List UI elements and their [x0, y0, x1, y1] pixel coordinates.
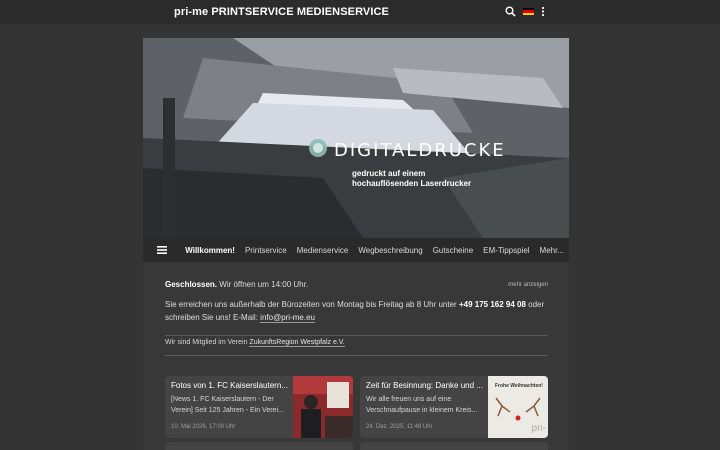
more-vert-icon[interactable]: [541, 6, 545, 17]
flag-de-icon[interactable]: [523, 8, 534, 15]
hamburger-menu-icon[interactable]: [143, 246, 180, 254]
contact-info: Sie erreichen uns außerhalb der Bürozeit…: [165, 298, 548, 324]
post-date: 10. Mai 2026, 17:00 Uhr: [171, 424, 236, 430]
post-card-partial[interactable]: [360, 442, 548, 450]
post-image: Frohe Weihnachten! pri-: [488, 376, 548, 438]
show-more-link[interactable]: mehr anzeigen: [508, 282, 548, 288]
main-nav: Willkommen! Printservice Medienservice W…: [143, 238, 569, 262]
top-icons: [505, 6, 545, 17]
main-content: Geschlossen. Wir öffnen um 14:00 Uhr. me…: [143, 262, 569, 450]
nav-item-gutscheine[interactable]: Gutscheine: [428, 246, 478, 255]
divider-top: [165, 335, 548, 336]
post-title: Zeit für Besinnung: Danke und ...: [366, 381, 483, 390]
hero-text: DIGITALDRUCKE gedruckt auf einem hochauf…: [308, 138, 508, 189]
nav-item-em-tippspiel[interactable]: EM-Tippspiel: [478, 246, 534, 255]
search-icon[interactable]: [505, 6, 516, 17]
logo-icon: [308, 138, 328, 163]
nav-item-medienservice[interactable]: Medienservice: [292, 246, 354, 255]
status-opens: Wir öffnen um 14:00 Uhr.: [219, 280, 309, 289]
post-date: 24. Dez. 2025, 11:48 Uhr: [366, 424, 433, 430]
post-excerpt: [News 1. FC Kaiserslautern - Der Verein]…: [171, 396, 284, 414]
top-bar: pri-me PRINTSERVICE MEDIENSERVICE: [0, 0, 720, 24]
post-card[interactable]: Fotos von 1. FC Kaiserslautern... [News …: [165, 376, 353, 438]
email-link[interactable]: info@pri-me.eu: [260, 313, 315, 323]
divider-bottom: [165, 355, 548, 356]
phone-number[interactable]: +49 175 162 94 08: [459, 300, 526, 309]
post-excerpt: Wir alle freuen uns auf eine Verschnaufp…: [366, 396, 478, 414]
membership-note: Wir sind Mitglied im Verein ZukunftsRegi…: [165, 339, 345, 347]
hero-subtitle: gedruckt auf einem hochauflösenden Laser…: [352, 169, 472, 188]
hero-title: DIGITALDRUCKE: [334, 140, 506, 161]
post-card-partial[interactable]: [165, 442, 353, 450]
nav-item-mehr[interactable]: Mehr...: [535, 246, 569, 255]
contact-text-before: Sie erreichen uns außerhalb der Bürozeit…: [165, 300, 457, 309]
nav-item-printservice[interactable]: Printservice: [240, 246, 292, 255]
nav-item-wegbeschreibung[interactable]: Wegbeschreibung: [353, 246, 427, 255]
membership-link[interactable]: ZukunftsRegion Westpfalz e.V.: [249, 339, 345, 347]
opening-status: Geschlossen. Wir öffnen um 14:00 Uhr. me…: [165, 280, 548, 289]
status-closed: Geschlossen.: [165, 280, 218, 289]
post-title: Fotos von 1. FC Kaiserslautern...: [171, 381, 288, 390]
post-image-caption: Frohe Weihnachten!: [495, 383, 543, 389]
site-title[interactable]: pri-me PRINTSERVICE MEDIENSERVICE: [174, 6, 389, 18]
post-image: [293, 376, 353, 438]
nav-item-willkommen[interactable]: Willkommen!: [180, 246, 240, 255]
post-image-brand: pri-: [531, 423, 546, 434]
post-card[interactable]: Zeit für Besinnung: Danke und ... Wir al…: [360, 376, 548, 438]
hero-banner: DIGITALDRUCKE gedruckt auf einem hochauf…: [143, 38, 569, 238]
membership-text: Wir sind Mitglied im Verein: [165, 339, 248, 346]
